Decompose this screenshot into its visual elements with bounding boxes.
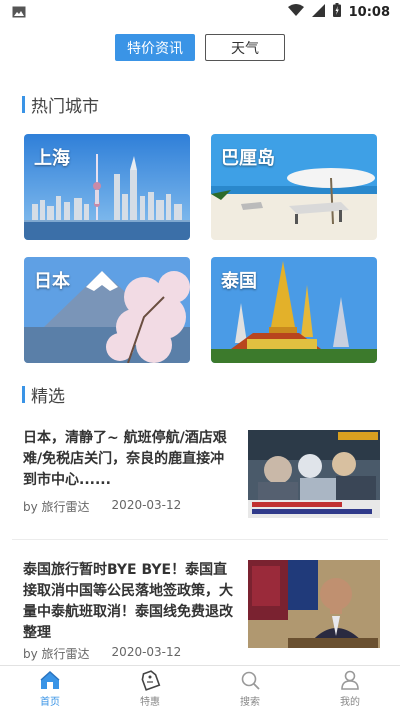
city-name-bali: 巴厘岛 — [221, 148, 275, 169]
article-thumbnail — [248, 430, 380, 518]
featured-header: 精选 — [0, 382, 65, 407]
city-card-bali[interactable]: 巴厘岛 — [211, 134, 377, 240]
article-thumbnail — [248, 560, 380, 648]
article-author: by 旅行雷达 — [23, 647, 90, 661]
article-item[interactable]: 泰国旅行暂时BYE BYE！泰国直接取消中国等公民落地签政策，大量中泰航班取消！… — [0, 560, 400, 662]
nav-label-deals: 特惠 — [140, 697, 160, 708]
city-name-japan: 日本 — [34, 271, 70, 292]
city-card-japan[interactable]: 日本 — [24, 257, 190, 363]
section-accent-bar — [22, 95, 25, 113]
hot-cities-header: 热门城市 — [0, 92, 99, 117]
article-title: 日本，清静了~ 航班停航/酒店艰难/免税店关门，奈良的鹿直接冲到市中心.....… — [23, 430, 227, 488]
article-author: by 旅行雷达 — [23, 500, 90, 514]
status-time: 10:08 — [348, 4, 390, 20]
tab-deals-news[interactable]: 特价资讯 — [115, 34, 195, 61]
article-date: 2020-03-12 — [111, 645, 182, 659]
nav-profile[interactable]: 我的 — [300, 666, 400, 711]
nav-label-profile: 我的 — [340, 697, 360, 708]
section-accent-bar — [22, 385, 25, 403]
tag-icon — [141, 670, 161, 691]
city-name-shanghai: 上海 — [34, 148, 70, 169]
battery-icon — [332, 3, 341, 21]
nav-label-search: 搜索 — [240, 697, 260, 708]
city-name-thailand: 泰国 — [221, 271, 257, 292]
nav-deals[interactable]: 特惠 — [100, 666, 200, 711]
user-icon — [341, 670, 359, 690]
article-meta: by 旅行雷达 2020-03-12 — [23, 498, 181, 515]
wifi-icon — [287, 4, 304, 20]
city-card-shanghai[interactable]: 上海 — [24, 134, 190, 240]
city-card-thailand[interactable]: 泰国 — [211, 257, 377, 363]
search-icon — [241, 671, 260, 690]
top-tabs: 特价资讯 天气 — [0, 34, 400, 61]
tab-weather[interactable]: 天气 — [205, 34, 285, 61]
article-date: 2020-03-12 — [111, 498, 182, 512]
article-item[interactable]: 日本，清静了~ 航班停航/酒店艰难/免税店关门，奈良的鹿直接冲到市中心.....… — [0, 428, 400, 528]
article-title: 泰国旅行暂时BYE BYE！泰国直接取消中国等公民落地签政策，大量中泰航班取消！… — [23, 562, 233, 641]
status-bar: 10:08 — [0, 0, 400, 24]
article-meta: by 旅行雷达 2020-03-12 — [23, 645, 181, 662]
nav-label-home: 首页 — [40, 697, 60, 708]
signal-icon — [311, 3, 325, 21]
home-icon — [40, 670, 60, 689]
nav-home[interactable]: 首页 — [0, 666, 100, 711]
image-icon — [12, 3, 26, 22]
section-title-featured: 精选 — [31, 386, 65, 407]
divider — [12, 539, 388, 540]
nav-search[interactable]: 搜索 — [200, 666, 300, 711]
section-title-hot-cities: 热门城市 — [31, 96, 99, 117]
bottom-nav: 首页 特惠 搜索 我的 — [0, 665, 400, 711]
